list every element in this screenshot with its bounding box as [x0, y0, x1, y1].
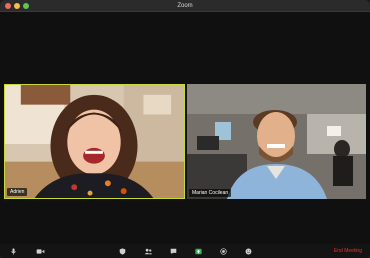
reactions-icon: [245, 248, 251, 254]
mute-button[interactable]: [9, 247, 17, 255]
participant-video-feed: [5, 85, 184, 198]
title-bar: Zoom: [0, 0, 370, 12]
participant-video-tile[interactable]: Adrien: [4, 84, 185, 199]
participant-name-label: Marian Cocilean: [189, 189, 232, 197]
participant-video-tile[interactable]: Marian Cocilean: [187, 84, 366, 199]
zoom-window: Zoom Adrien Marian Cocilean End Meeting: [0, 0, 370, 258]
participant-name-label: Adrien: [7, 188, 28, 196]
chat-button[interactable]: [169, 247, 177, 255]
record-icon: [219, 247, 227, 255]
record-button[interactable]: [219, 247, 227, 255]
meeting-toolbar: End Meeting: [0, 244, 370, 258]
reactions-button[interactable]: [244, 247, 252, 255]
share-screen-icon: [194, 248, 202, 254]
stop-video-button[interactable]: [35, 247, 45, 255]
window-title: Zoom: [177, 3, 193, 9]
participants-button[interactable]: [143, 247, 153, 255]
security-button[interactable]: [118, 247, 126, 255]
microphone-icon: [10, 247, 16, 255]
participant-video-feed: [187, 84, 366, 199]
video-camera-icon: [36, 248, 44, 254]
security-icon: [119, 247, 125, 255]
share-screen-button[interactable]: [194, 247, 202, 255]
chat-icon: [170, 248, 176, 254]
end-meeting-button[interactable]: End Meeting: [334, 246, 362, 256]
participants-icon: [144, 248, 152, 254]
